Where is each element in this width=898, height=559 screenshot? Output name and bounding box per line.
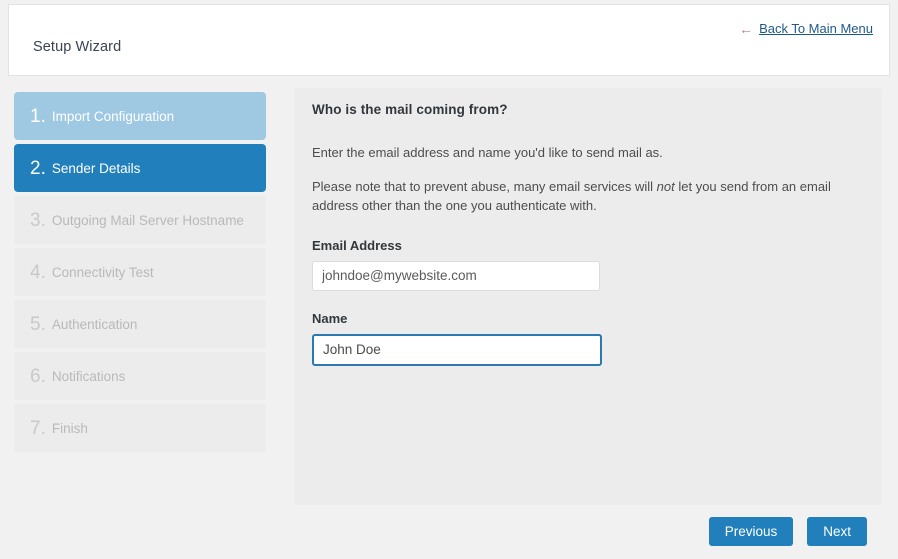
step-number: 3. [30,209,46,231]
step-label: Import Configuration [51,108,175,124]
sidebar-item-notifications[interactable]: 6. Notifications [14,352,266,400]
step-label: Connectivity Test [51,264,154,280]
paragraph-2-emphasis: not [656,178,675,194]
step-number: 1. [30,105,46,127]
content-heading: Who is the mail coming from? [312,102,508,117]
paragraph-2-pre: Please note that to prevent abuse, many … [312,178,657,194]
step-number: 4. [30,261,46,283]
sidebar-item-sender-details[interactable]: 2. Sender Details [14,144,266,192]
back-to-main-menu[interactable]: ← Back To Main Menu [739,21,873,36]
step-label: Notifications [51,368,126,384]
sidebar-item-connectivity-test[interactable]: 4. Connectivity Test [14,248,266,296]
step-number: 6. [30,365,46,387]
wizard-navigation: Previous Next [708,517,867,546]
name-field[interactable] [312,333,602,366]
wizard-steps: 1. Import Configuration 2. Sender Detail… [14,92,266,456]
header-card: Setup Wizard ← Back To Main Menu [8,4,890,76]
back-to-main-menu-link[interactable]: Back To Main Menu [759,21,873,36]
step-number: 2. [30,157,46,179]
sidebar-item-authentication[interactable]: 5. Authentication [14,300,266,348]
step-number: 5. [30,313,46,335]
next-button[interactable]: Next [807,517,867,546]
page-title: Setup Wizard [33,39,122,55]
sidebar-item-outgoing-mail-server-hostname[interactable]: 3. Outgoing Mail Server Hostname [14,196,266,244]
step-label: Finish [51,420,88,436]
email-field[interactable] [312,260,600,291]
email-field-label: Email Address [312,237,402,253]
step-label: Authentication [51,316,138,332]
sidebar-item-finish[interactable]: 7. Finish [14,404,266,452]
step-number: 7. [30,417,46,439]
step-label: Outgoing Mail Server Hostname [51,212,244,228]
arrow-left-icon: ← [739,20,754,37]
content-paragraph-1: Enter the email address and name you'd l… [312,145,663,160]
step-label: Sender Details [51,160,141,176]
sidebar-item-import-configuration[interactable]: 1. Import Configuration [14,92,266,140]
main-content-panel: Who is the mail coming from? Enter the e… [294,88,882,505]
previous-button[interactable]: Previous [708,517,794,546]
name-field-label: Name [312,310,348,326]
setup-wizard-page: Setup Wizard ← Back To Main Menu 1. Impo… [0,0,898,559]
content-paragraph-2: Please note that to prevent abuse, many … [312,177,852,216]
